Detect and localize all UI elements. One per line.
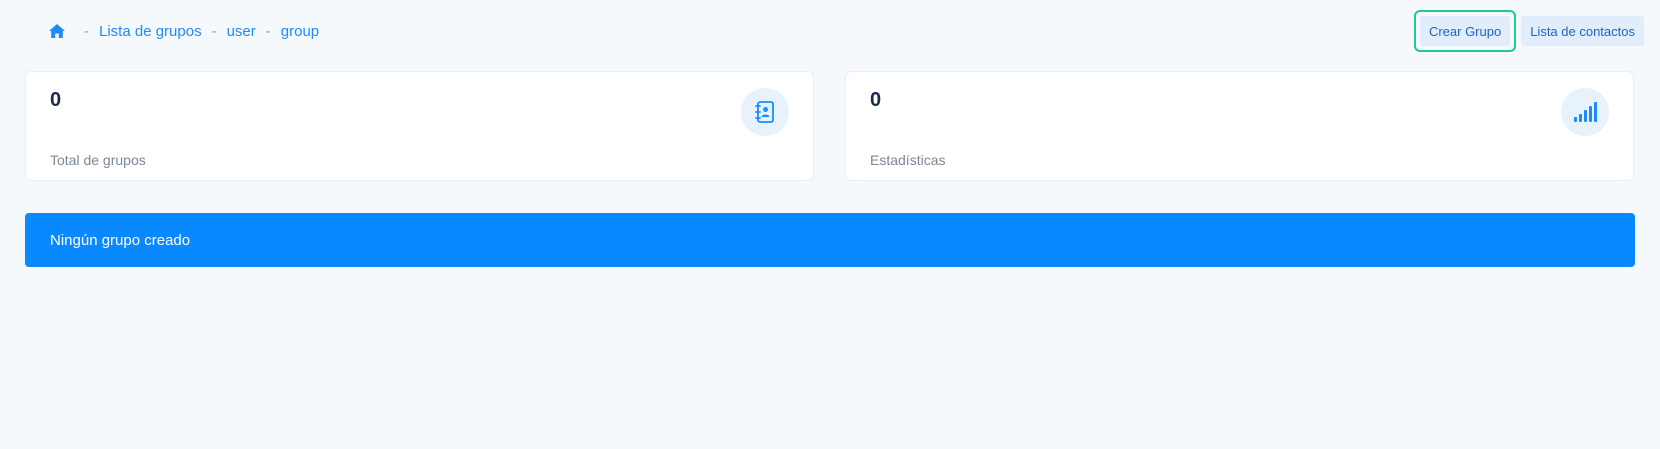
contact-list-button[interactable]: Lista de contactos bbox=[1521, 16, 1644, 46]
no-groups-message: Ningún grupo creado bbox=[50, 231, 191, 249]
breadcrumb-separator: - bbox=[84, 22, 89, 40]
total-groups-value: 0 bbox=[50, 89, 62, 111]
total-groups-label: Total de grupos bbox=[50, 152, 146, 168]
stats-cards: 0 Total de grupos 0 Estadísticas bbox=[25, 71, 1635, 182]
home-icon[interactable] bbox=[48, 22, 66, 40]
breadcrumb-item-group-list[interactable]: Lista de grupos bbox=[99, 23, 202, 40]
breadcrumb: - Lista de grupos - user - group bbox=[48, 22, 319, 40]
total-groups-card: 0 Total de grupos bbox=[25, 71, 814, 181]
header-actions: Crear Grupo Lista de contactos bbox=[1413, 10, 1644, 52]
no-groups-alert: Ningún grupo creado bbox=[25, 213, 1635, 267]
create-group-button[interactable]: Crear Grupo bbox=[1419, 16, 1511, 46]
statistics-label: Estadísticas bbox=[870, 152, 946, 168]
statistics-value: 0 bbox=[870, 89, 882, 111]
address-book-icon bbox=[741, 88, 789, 136]
breadcrumb-separator: - bbox=[211, 22, 217, 40]
top-bar: - Lista de grupos - user - group Crear G… bbox=[0, 0, 1660, 64]
statistics-card: 0 Estadísticas bbox=[845, 71, 1634, 181]
breadcrumb-item-group[interactable]: group bbox=[281, 23, 319, 40]
breadcrumb-item-user[interactable]: user bbox=[227, 23, 256, 40]
breadcrumb-separator: - bbox=[265, 22, 271, 40]
create-group-button-focus-ring: Crear Grupo bbox=[1413, 10, 1517, 52]
signal-bars-icon bbox=[1561, 88, 1609, 136]
